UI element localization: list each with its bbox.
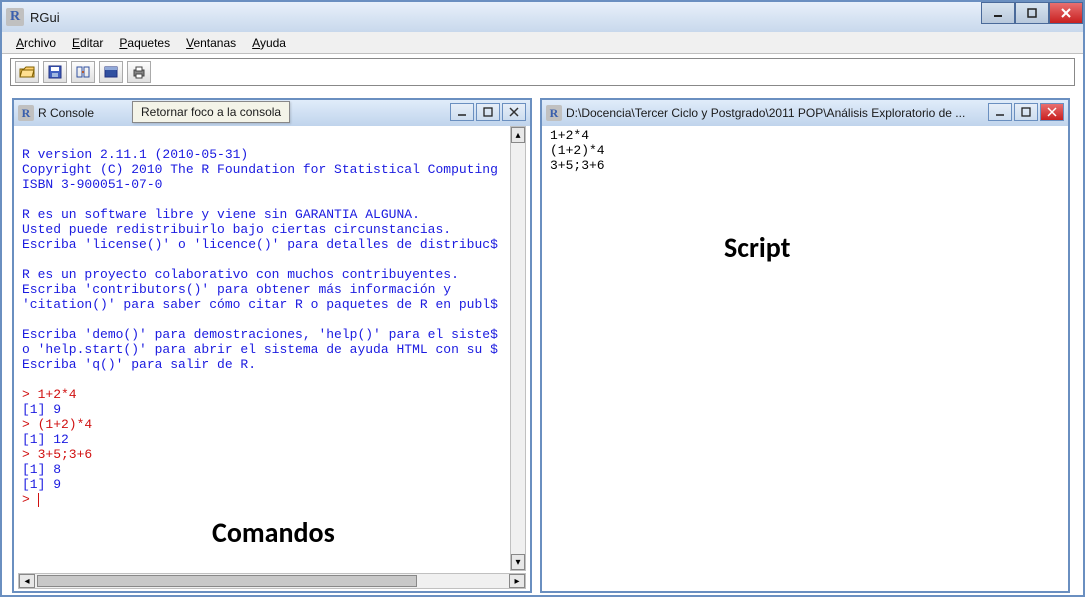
minimize-button[interactable]	[981, 2, 1015, 24]
script-title: D:\Docencia\Tercer Ciclo y Postgrado\201…	[566, 106, 965, 120]
rgui-main-window: R RGui Archivo Editar Paquetes Ventanas …	[0, 0, 1085, 597]
r-logo-icon: R	[18, 105, 34, 121]
scroll-thumb[interactable]	[37, 575, 417, 587]
scroll-right-icon[interactable]: ▸	[509, 574, 525, 588]
menu-ventanas[interactable]: Ventanas	[178, 34, 244, 52]
menu-editar[interactable]: Editar	[64, 34, 111, 52]
main-titlebar[interactable]: R RGui	[2, 2, 1083, 32]
script-text-area[interactable]: 1+2*4 (1+2)*4 3+5;3+6	[546, 126, 1064, 587]
console-text-area[interactable]: R version 2.11.1 (2010-05-31) Copyright …	[18, 126, 526, 571]
console-maximize-button[interactable]	[476, 103, 500, 121]
menu-archivo[interactable]: Archivo	[8, 34, 64, 52]
scroll-left-icon[interactable]: ◂	[19, 574, 35, 588]
menu-bar: Archivo Editar Paquetes Ventanas Ayuda	[2, 32, 1083, 54]
mdi-workspace: R R Console Retornar foco a la consola R…	[4, 90, 1081, 593]
scroll-down-icon[interactable]: ▾	[511, 554, 525, 570]
scroll-up-icon[interactable]: ▴	[511, 127, 525, 143]
tooltip: Retornar foco a la consola	[132, 101, 290, 123]
console-vertical-scrollbar[interactable]: ▴ ▾	[510, 126, 526, 571]
console-horizontal-scrollbar[interactable]: ◂ ▸	[18, 573, 526, 589]
cascade-windows-button[interactable]	[99, 61, 123, 83]
console-minimize-button[interactable]	[450, 103, 474, 121]
script-window[interactable]: R D:\Docencia\Tercer Ciclo y Postgrado\2…	[540, 98, 1070, 593]
script-titlebar[interactable]: R D:\Docencia\Tercer Ciclo y Postgrado\2…	[542, 100, 1068, 126]
maximize-button[interactable]	[1015, 2, 1049, 24]
menu-paquetes[interactable]: Paquetes	[111, 34, 178, 52]
toolbar	[10, 58, 1075, 86]
main-title: RGui	[30, 10, 60, 25]
console-window[interactable]: R R Console Retornar foco a la consola R…	[12, 98, 532, 593]
console-titlebar[interactable]: R R Console Retornar foco a la consola	[14, 100, 530, 126]
console-close-button[interactable]	[502, 103, 526, 121]
close-button[interactable]	[1049, 2, 1083, 24]
script-close-button[interactable]	[1040, 103, 1064, 121]
save-button[interactable]	[43, 61, 67, 83]
refresh-focus-button[interactable]	[71, 61, 95, 83]
script-maximize-button[interactable]	[1014, 103, 1038, 121]
r-logo-icon: R	[546, 105, 562, 121]
open-button[interactable]	[15, 61, 39, 83]
print-button[interactable]	[127, 61, 151, 83]
script-minimize-button[interactable]	[988, 103, 1012, 121]
menu-ayuda[interactable]: Ayuda	[244, 34, 294, 52]
console-title: R Console	[38, 106, 94, 120]
r-logo-icon: R	[6, 8, 24, 26]
